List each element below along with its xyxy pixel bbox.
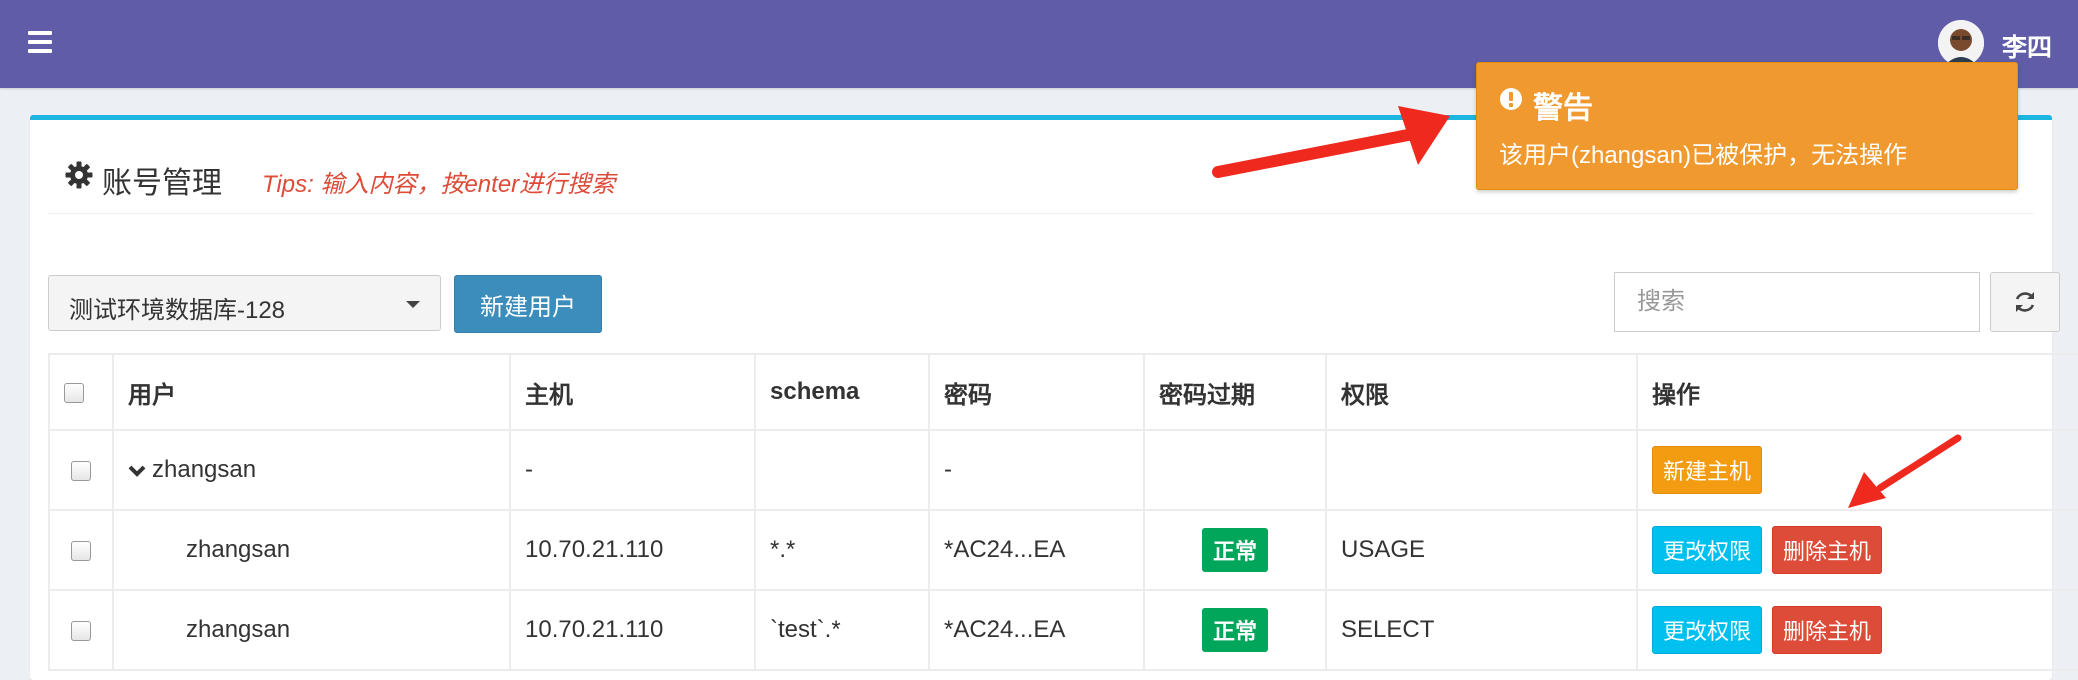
account-management-box: 账号管理 Tips: 输入内容，按enter进行搜索 测试环境数据库-128 新…	[30, 115, 2078, 680]
refresh-icon	[2015, 292, 2035, 312]
host-cell: 10.70.21.110	[509, 589, 756, 671]
column-header: 操作	[1636, 353, 2078, 431]
gear-icon	[65, 161, 93, 189]
search-tips: Tips: 输入内容，按enter进行搜索	[262, 171, 616, 198]
refresh-button[interactable]	[1990, 272, 2060, 332]
database-select-value: 测试环境数据库-128	[69, 297, 286, 324]
column-header[interactable]: 密码过期	[1143, 353, 1327, 431]
row-select-cell	[48, 509, 114, 591]
privilege-cell	[1325, 429, 1638, 511]
avatar[interactable]	[1938, 20, 1984, 66]
user-cell[interactable]: zhangsan	[112, 429, 511, 511]
table-row: zhangsan 10.70.21.110 `test`.* *AC24...E…	[48, 589, 2078, 671]
column-header[interactable]: schema	[754, 353, 930, 431]
expiry-cell	[1143, 429, 1327, 511]
table-row-user-group: zhangsan - - 新建主机	[48, 429, 2078, 511]
schema-cell: *.*	[754, 509, 930, 591]
exclamation-circle-icon	[1500, 88, 1522, 110]
row-select-cell	[48, 589, 114, 671]
select-all-cell	[48, 353, 114, 431]
edit-privilege-button[interactable]: 更改权限	[1652, 606, 1763, 654]
edit-privilege-button[interactable]: 更改权限	[1652, 526, 1763, 574]
chevron-down-icon[interactable]	[128, 464, 146, 478]
schema-cell: `test`.*	[754, 589, 930, 671]
select-all-checkbox[interactable]	[64, 382, 84, 403]
new-user-button[interactable]: 新建用户	[454, 275, 602, 333]
status-badge: 正常	[1201, 528, 1268, 572]
search-input[interactable]	[1614, 272, 1980, 332]
toast-message: 该用户(zhangsan)已被保护，无法操作	[1499, 142, 1908, 169]
user-name-cell: zhangsan	[152, 456, 257, 483]
schema-cell	[754, 429, 930, 511]
table-row: zhangsan 10.70.21.110 *.* *AC24...EA 正常 …	[48, 509, 2078, 591]
column-header[interactable]: 主机	[509, 353, 756, 431]
actions-cell: 更改权限 删除主机	[1636, 509, 2078, 591]
row-checkbox[interactable]	[71, 540, 91, 561]
user-cell: zhangsan	[112, 509, 511, 591]
page-title: 账号管理	[102, 167, 222, 200]
host-cell: 10.70.21.110	[509, 509, 756, 591]
user-cell: zhangsan	[112, 589, 511, 671]
row-checkbox[interactable]	[71, 620, 91, 641]
toast-title: 警告	[1533, 92, 1593, 125]
actions-cell: 更改权限 删除主机	[1636, 589, 2078, 671]
column-header[interactable]: 用户	[112, 353, 511, 431]
privilege-cell: SELECT	[1325, 589, 1638, 671]
status-badge: 正常	[1201, 608, 1268, 652]
actions-cell: 新建主机	[1636, 429, 2078, 511]
database-select[interactable]: 测试环境数据库-128	[48, 275, 441, 331]
password-cell: *AC24...EA	[928, 509, 1145, 591]
password-cell: *AC24...EA	[928, 589, 1145, 671]
privilege-cell: USAGE	[1325, 509, 1638, 591]
caret-down-icon	[406, 301, 420, 308]
row-checkbox[interactable]	[71, 460, 91, 481]
row-select-cell	[48, 429, 114, 511]
new-host-button[interactable]: 新建主机	[1652, 446, 1763, 494]
column-header[interactable]: 权限	[1325, 353, 1638, 431]
expiry-cell: 正常	[1143, 589, 1327, 671]
user-name[interactable]: 李四	[2002, 28, 2052, 64]
warning-toast[interactable]: 警告 该用户(zhangsan)已被保护，无法操作	[1476, 62, 2018, 190]
expiry-cell: 正常	[1143, 509, 1327, 591]
table-header-row: 用户 主机 schema 密码 密码过期 权限 操作	[48, 353, 2078, 431]
column-header[interactable]: 密码	[928, 353, 1145, 431]
delete-host-button[interactable]: 删除主机	[1772, 526, 1883, 574]
users-table: 用户 主机 schema 密码 密码过期 权限 操作 zhangsan - -	[48, 353, 2078, 671]
delete-host-button[interactable]: 删除主机	[1772, 606, 1883, 654]
host-cell: -	[509, 429, 756, 511]
password-cell: -	[928, 429, 1145, 511]
menu-icon[interactable]	[28, 31, 52, 53]
